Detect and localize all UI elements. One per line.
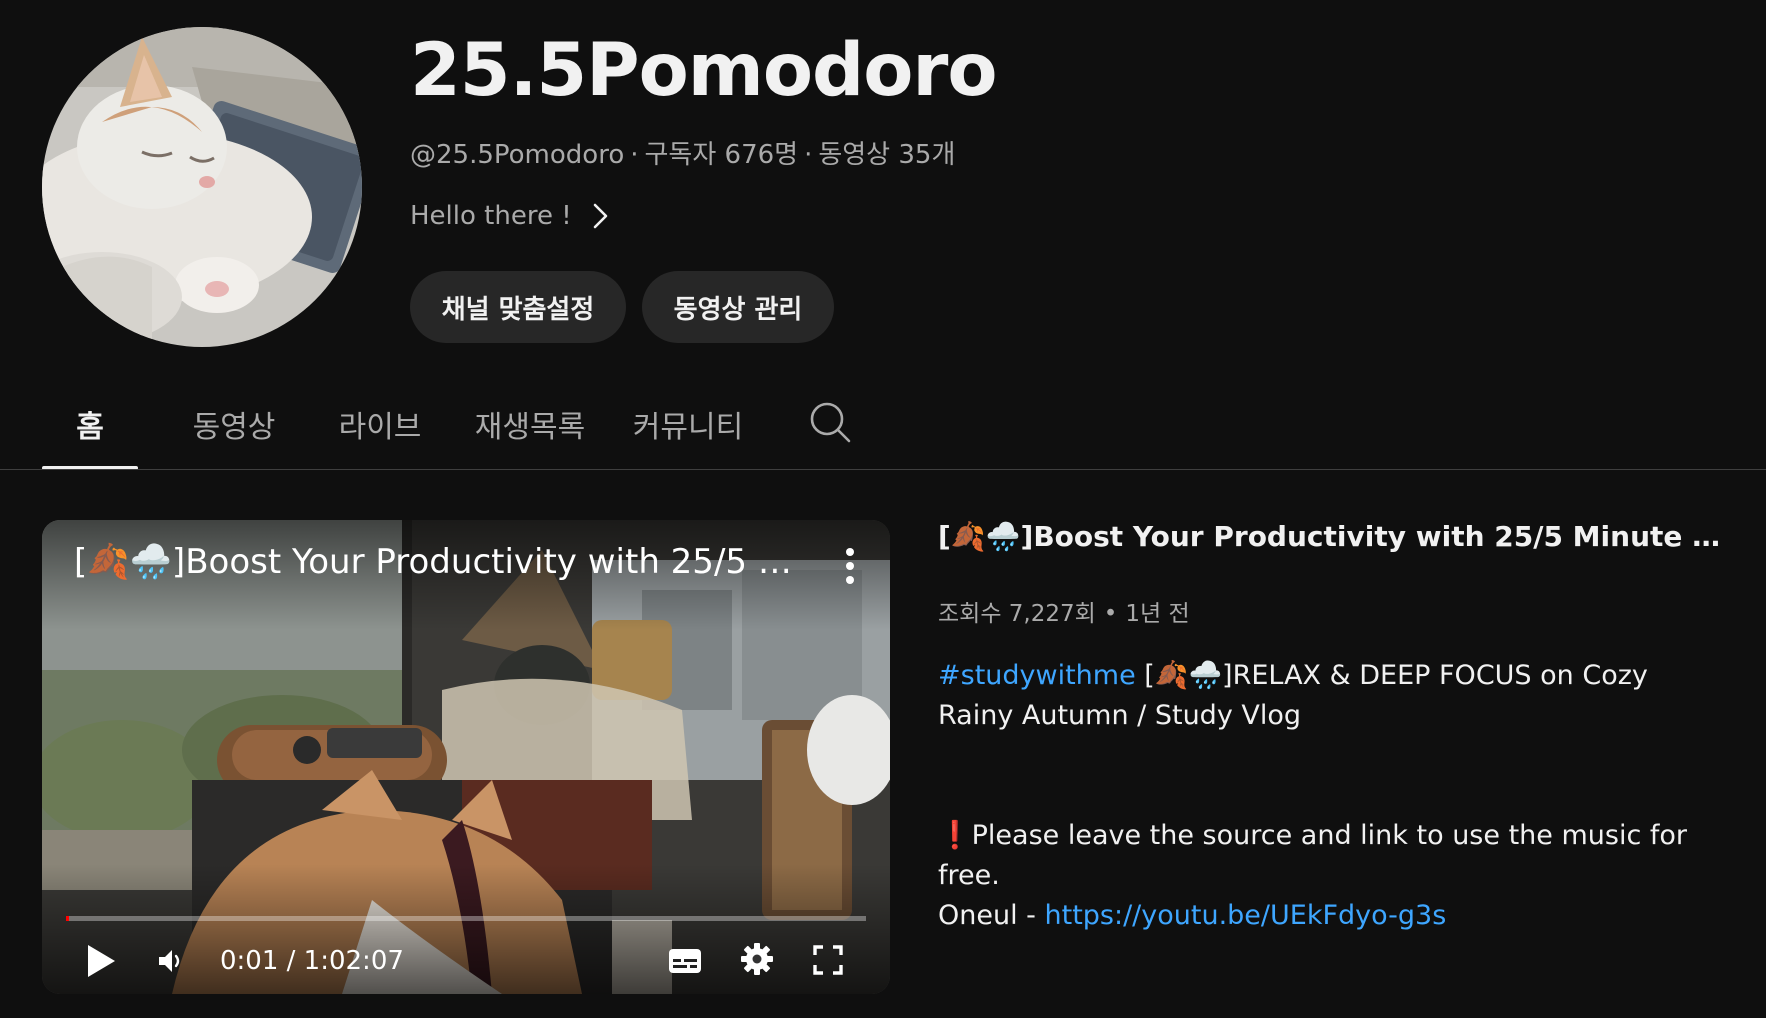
view-count: 조회수 7,227회: [938, 601, 1096, 627]
about-text: Hello there !: [410, 201, 572, 231]
volume-icon[interactable]: [156, 946, 186, 976]
avatar-cat-image: [42, 27, 362, 347]
more-options-icon[interactable]: [842, 546, 858, 586]
featured-video-title[interactable]: [🍂🌧️]Boost Your Productivity with 25/5 M…: [938, 520, 1728, 553]
warning-icon: ❗: [938, 820, 972, 851]
video-count: 동영상 35개: [818, 140, 956, 170]
player-progress-fill: [66, 916, 70, 921]
channel-about-link[interactable]: Hello there !: [410, 196, 612, 236]
subscriber-count: 구독자 676명: [644, 140, 799, 170]
search-icon[interactable]: [808, 400, 852, 444]
hashtag-link[interactable]: #studywithme: [938, 660, 1136, 691]
customize-channel-button[interactable]: 채널 맞춤설정: [410, 271, 626, 343]
video-description-line-1: #studywithme [🍂🌧️]RELAX & DEEP FOCUS on …: [938, 656, 1728, 736]
featured-video-player[interactable]: [🍂🌧️]Boost Your Productivity with 25/5 M…: [42, 520, 890, 994]
channel-name: 25.5Pomodoro: [410, 28, 998, 113]
music-credit-prefix: Oneul -: [938, 900, 1045, 931]
tab-community[interactable]: 커뮤니티: [628, 390, 748, 470]
channel-meta: @25.5Pomodoro · 구독자 676명 · 동영상 35개: [410, 134, 955, 171]
channel-handle: @25.5Pomodoro: [410, 140, 625, 170]
fullscreen-icon[interactable]: [812, 944, 844, 976]
play-icon[interactable]: [84, 942, 118, 980]
subtitles-icon[interactable]: [668, 948, 702, 974]
meta-separator: ·: [630, 140, 639, 170]
tabs-divider: [0, 469, 1766, 470]
music-credit-link[interactable]: https://youtu.be/UEkFdyo-g3s: [1045, 900, 1447, 931]
upload-age: 1년 전: [1125, 601, 1190, 627]
player-video-title[interactable]: [🍂🌧️]Boost Your Productivity with 25/5 M…: [74, 542, 814, 582]
settings-gear-icon[interactable]: [740, 942, 774, 976]
video-stats: 조회수 7,227회 • 1년 전: [938, 594, 1190, 628]
tab-videos[interactable]: 동영상: [184, 390, 284, 470]
description-notice: Please leave the source and link to use …: [938, 820, 1687, 891]
channel-tabs: 홈 동영상 라이브 재생목록 커뮤니티: [0, 390, 1766, 470]
tab-home[interactable]: 홈: [42, 390, 138, 470]
tab-playlists[interactable]: 재생목록: [470, 390, 590, 470]
stats-separator: •: [1103, 601, 1118, 627]
manage-videos-button[interactable]: 동영상 관리: [642, 271, 834, 343]
player-time: 0:01 / 1:02:07: [220, 946, 404, 976]
tab-live[interactable]: 라이브: [330, 390, 430, 470]
meta-separator: ·: [804, 140, 813, 170]
chevron-right-icon: [593, 203, 607, 229]
player-progress-bar[interactable]: [66, 916, 866, 921]
channel-page: 25.5Pomodoro @25.5Pomodoro · 구독자 676명 · 동영상 …: [0, 0, 1766, 1018]
video-description-line-2: ❗Please leave the source and link to use…: [938, 816, 1728, 936]
channel-avatar[interactable]: [42, 27, 362, 347]
